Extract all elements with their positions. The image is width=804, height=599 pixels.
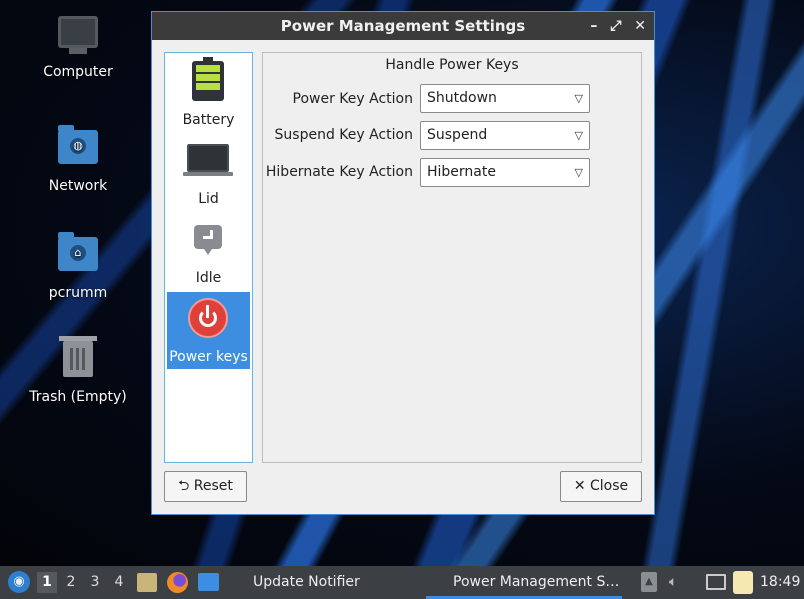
sidebar-item-label: Battery bbox=[182, 112, 235, 128]
undo-icon: ⮌ bbox=[178, 478, 190, 494]
power-icon bbox=[188, 298, 228, 338]
suspend-key-action-select[interactable]: Suspend ▽ bbox=[420, 121, 590, 150]
desktop-icon-network[interactable]: ◍ Network bbox=[18, 124, 138, 194]
power-key-action-label: Power Key Action bbox=[292, 91, 413, 107]
window-titlebar[interactable]: Power Management Settings – ⤢ ✕ bbox=[152, 12, 654, 40]
sidebar-item-label: Idle bbox=[195, 270, 222, 286]
desktop-icon-label: Computer bbox=[43, 64, 113, 80]
power-management-window: Power Management Settings – ⤢ ✕ Battery … bbox=[151, 11, 655, 515]
reset-button-label: Reset bbox=[193, 478, 233, 494]
panel-title: Handle Power Keys bbox=[385, 57, 519, 73]
select-value: Suspend bbox=[427, 127, 488, 143]
clock[interactable]: 18:49 bbox=[760, 566, 800, 599]
window-close-button[interactable]: ✕ bbox=[634, 18, 646, 34]
desktop-icon-trash[interactable]: Trash (Empty) bbox=[18, 336, 138, 405]
power-key-action-select[interactable]: Shutdown ▽ bbox=[420, 84, 590, 113]
desktop-icon-computer[interactable]: Computer bbox=[18, 16, 138, 80]
file-manager-icon[interactable] bbox=[137, 573, 157, 592]
show-desktop-icon[interactable] bbox=[198, 573, 219, 591]
workspace-3[interactable]: 3 bbox=[85, 572, 105, 593]
desktop-icon-label: Trash (Empty) bbox=[29, 389, 127, 405]
select-value: Hibernate bbox=[427, 164, 496, 180]
window-title: Power Management Settings bbox=[280, 17, 526, 35]
settings-sidebar: Battery Lid Idle Power keys bbox=[164, 52, 253, 463]
sidebar-item-idle[interactable]: Idle bbox=[167, 213, 250, 290]
desktop-icon-label: pcrumm bbox=[48, 285, 108, 301]
hibernate-key-action-select[interactable]: Hibernate ▽ bbox=[420, 158, 590, 187]
idle-icon bbox=[194, 225, 222, 255]
maximize-button[interactable]: ⤢ bbox=[610, 18, 621, 34]
trash-icon bbox=[56, 336, 100, 385]
firefox-icon[interactable] bbox=[167, 572, 188, 593]
desktop-icon-label: Network bbox=[48, 178, 108, 194]
chevron-down-icon: ▽ bbox=[574, 129, 583, 142]
desktop-icon-home[interactable]: ⌂ pcrumm bbox=[18, 231, 138, 301]
clipboard-icon[interactable] bbox=[733, 571, 753, 594]
workspace-4[interactable]: 4 bbox=[109, 572, 129, 593]
network-tray-icon[interactable] bbox=[706, 574, 726, 590]
home-folder-icon: ⌂ bbox=[56, 232, 100, 281]
select-value: Shutdown bbox=[427, 90, 497, 106]
workspace-2[interactable]: 2 bbox=[61, 572, 81, 593]
close-button-label: Close bbox=[590, 478, 629, 494]
close-button[interactable]: ✕ Close bbox=[560, 471, 642, 502]
start-menu-icon[interactable]: ◉ bbox=[8, 571, 30, 593]
reset-button[interactable]: ⮌ Reset bbox=[164, 471, 247, 502]
chevron-down-icon: ▽ bbox=[574, 92, 583, 105]
workspace-1[interactable]: 1 bbox=[37, 572, 57, 593]
power-keys-panel: Handle Power Keys Power Key Action Shutd… bbox=[262, 52, 642, 463]
close-icon: ✕ bbox=[573, 478, 586, 494]
taskbar: ◉ 1 2 3 4 Update Notifier Power Manageme… bbox=[0, 566, 804, 599]
task-update-notifier[interactable]: Update Notifier bbox=[253, 566, 360, 599]
suspend-key-action-label: Suspend Key Action bbox=[274, 127, 413, 143]
chevron-down-icon: ▽ bbox=[574, 166, 583, 179]
sidebar-item-label: Lid bbox=[198, 191, 219, 207]
minimize-button[interactable]: – bbox=[590, 18, 597, 34]
computer-icon bbox=[56, 16, 100, 60]
sidebar-item-lid[interactable]: Lid bbox=[167, 134, 250, 211]
tray-expand-icon[interactable]: ▲ bbox=[641, 572, 657, 592]
task-power-management[interactable]: Power Management S… bbox=[453, 566, 619, 599]
sidebar-item-label: Power keys bbox=[169, 349, 248, 365]
battery-icon bbox=[192, 57, 224, 101]
network-folder-icon: ◍ bbox=[56, 125, 100, 174]
hibernate-key-action-label: Hibernate Key Action bbox=[265, 164, 413, 180]
sidebar-item-battery[interactable]: Battery bbox=[167, 55, 250, 132]
volume-icon[interactable]: 🔈︎ bbox=[669, 566, 677, 599]
sidebar-item-power-keys[interactable]: Power keys bbox=[167, 292, 250, 369]
